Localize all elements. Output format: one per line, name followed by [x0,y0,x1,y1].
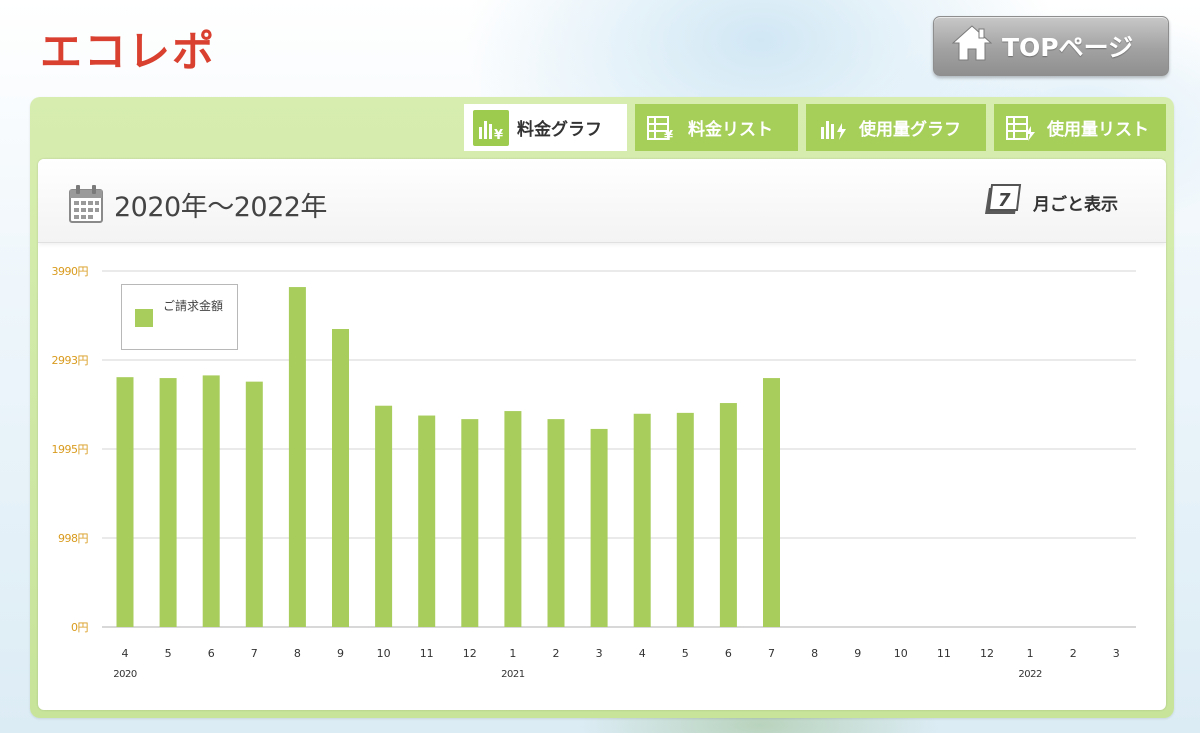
x-tick-label: 11 [420,647,434,660]
bar [633,413,651,627]
top-page-button[interactable]: TOPページ [933,16,1169,76]
bar [159,378,177,627]
svg-text:¥: ¥ [494,128,503,141]
bar [461,419,479,627]
x-tick-label: 5 [165,647,172,660]
x-tick-label: 3 [596,647,603,660]
x-tick-label: 4 [639,647,646,660]
app-logo: エコレポ [40,27,217,76]
x-tick-label: 6 [208,647,215,660]
x-tick-label: 8 [811,647,818,660]
tab-label: 料金リスト [688,120,773,140]
x-tick-label: 9 [854,647,861,660]
x-tick-label: 10 [894,647,908,660]
y-tick-label: 2993円 [52,354,89,367]
bar [676,412,694,627]
bar-yen-icon: ¥ [473,109,509,146]
tab-usage-graph[interactable]: 使用量グラフ [806,104,986,151]
tab-fee-graph[interactable]: ¥ 料金グラフ [464,104,627,151]
bar [202,375,220,627]
svg-text:¥: ¥ [664,129,673,142]
top-button-label: TOPページ [1002,33,1134,62]
graph-panel: ¥ 料金グラフ ¥ 料金リスト 使用量グラフ 使用量リスト 2020年〜2022… [30,97,1174,718]
x-tick-label: 5 [682,647,689,660]
tab-label: 使用量リスト [1047,120,1149,140]
x-tick-label: 10 [377,647,391,660]
list-yen-icon: ¥ [644,110,680,146]
bar [763,378,780,627]
tab-fee-list[interactable]: ¥ 料金リスト [635,104,798,151]
x-tick-label: 7 [251,647,258,660]
x-tick-label: 9 [337,647,344,660]
y-tick-label: 3990円 [52,265,89,278]
bar [590,428,608,627]
bar [418,415,436,627]
chart-legend: ご請求金額 [121,284,238,350]
y-tick-label: 1995円 [52,443,89,456]
x-tick-label: 7 [768,647,775,660]
year-label: 2021 [501,669,525,680]
legend-label: ご請求金額 [163,299,224,313]
x-tick-label: 12 [463,647,477,660]
x-tick-label: 6 [725,647,732,660]
x-tick-label: 3 [1113,647,1120,660]
legend-swatch [135,309,153,327]
bar [245,381,263,627]
year-label: 2020 [113,669,137,680]
x-tick-label: 1 [1027,647,1034,660]
x-tick-label: 11 [937,647,951,660]
bar [116,377,134,627]
chart-card: 2020年〜2022年 7 月ごと表示 0円 998円 1995円 2993円 3990… [38,159,1166,710]
year-label: 2022 [1018,669,1042,680]
y-tick-label: 0円 [71,621,88,634]
bar [719,403,737,627]
x-tick-label: 4 [122,647,129,660]
list-bolt-icon [1003,110,1039,146]
bar-bolt-icon [815,110,851,146]
bar [288,287,306,627]
bar [375,405,393,627]
x-tick-label: 8 [294,647,301,660]
bar [332,328,349,627]
x-tick-label: 12 [980,647,994,660]
fee-bar-chart: 0円998円1995円2993円3990円4 5 6 7 8 9 10 11 12 1 2 3 4 5 6 7… [52,265,1136,680]
x-tick-label: 2 [1070,647,1077,660]
x-tick-label: 2 [553,647,560,660]
tab-label: 料金グラフ [517,120,602,140]
tab-label: 使用量グラフ [859,120,961,140]
y-tick-label: 998円 [58,532,88,545]
tab-usage-list[interactable]: 使用量リスト [994,104,1166,151]
home-icon [950,23,994,69]
x-tick-label: 1 [509,647,516,660]
bar [547,419,565,627]
bar [504,411,522,627]
